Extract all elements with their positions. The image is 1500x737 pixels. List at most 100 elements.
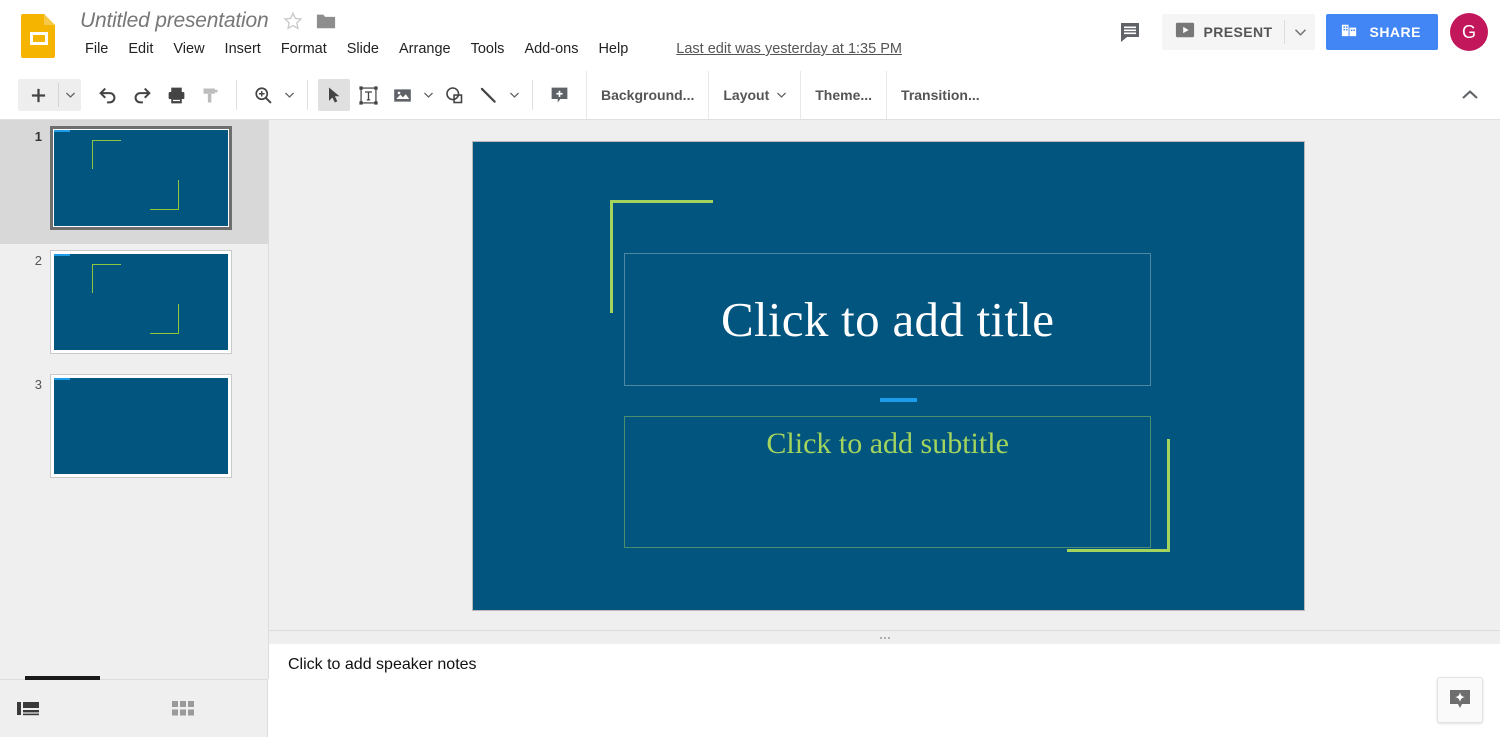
toolbar: Background... Layout Theme... Transition… <box>0 71 1500 120</box>
undo-icon <box>97 84 119 106</box>
plus-icon <box>30 87 47 104</box>
cursor-arrow-icon <box>324 85 344 105</box>
speaker-notes-placeholder: Click to add speaker notes <box>288 656 477 674</box>
slide-thumbnail-3[interactable]: 3 <box>0 368 268 492</box>
toolbar-separator <box>307 80 308 110</box>
title-divider <box>54 254 70 256</box>
menu-view[interactable]: View <box>163 38 214 60</box>
corner-accent-bottom-right <box>150 180 179 210</box>
slide-thumbnail-1[interactable]: 1 <box>0 120 268 244</box>
slide-thumbnail-2[interactable]: 2 <box>0 244 268 368</box>
shape-button[interactable] <box>438 79 470 111</box>
shape-icon <box>444 85 465 106</box>
present-dropdown-button[interactable] <box>1285 14 1315 50</box>
thumb-box <box>50 250 232 354</box>
menu-slide[interactable]: Slide <box>337 38 389 60</box>
corner-accent-top-left <box>92 264 121 294</box>
thumb-slide-content <box>54 378 228 474</box>
grid-view-icon <box>172 700 194 718</box>
avatar-initial: G <box>1462 22 1476 43</box>
zoom-in-icon <box>253 85 274 106</box>
print-icon <box>166 85 187 106</box>
resize-grip-icon <box>880 637 890 639</box>
thumb-slide-content <box>54 254 228 350</box>
subtitle-placeholder-text: Click to add subtitle <box>766 429 1008 459</box>
paint-format-icon <box>200 85 221 106</box>
current-slide[interactable]: Click to add title Click to add subtitle <box>472 141 1305 611</box>
text-box-button[interactable] <box>352 79 384 111</box>
explore-button[interactable] <box>1437 677 1483 723</box>
line-button[interactable] <box>472 79 504 111</box>
redo-icon <box>131 84 153 106</box>
filmstrip-scrollbar[interactable] <box>25 676 100 680</box>
chevron-down-icon <box>777 92 786 98</box>
app-header: Untitled presentation File Edit View Ins… <box>0 0 1500 71</box>
header-actions: PRESENT <box>1108 10 1488 54</box>
notes-resize-handle[interactable] <box>269 630 1500 645</box>
present-label: PRESENT <box>1204 24 1273 40</box>
google-slides-app: Untitled presentation File Edit View Ins… <box>0 0 1500 737</box>
new-slide-dropdown[interactable] <box>59 79 81 111</box>
line-dropdown[interactable] <box>505 79 523 111</box>
thumb-box <box>50 374 232 478</box>
title-divider <box>54 130 70 132</box>
speaker-notes-pane[interactable]: Click to add speaker notes <box>269 644 1500 737</box>
image-dropdown[interactable] <box>419 79 437 111</box>
subtitle-placeholder[interactable]: Click to add subtitle <box>624 416 1151 548</box>
zoom-button[interactable] <box>247 79 279 111</box>
star-icon[interactable] <box>282 10 304 32</box>
toolbar-separator <box>532 80 533 110</box>
menu-addons[interactable]: Add-ons <box>514 38 588 60</box>
folder-icon[interactable] <box>315 11 337 31</box>
layout-button[interactable]: Layout <box>708 71 800 119</box>
menu-help[interactable]: Help <box>588 38 638 60</box>
menu-arrange[interactable]: Arrange <box>389 38 461 60</box>
menu-insert[interactable]: Insert <box>215 38 271 60</box>
filmstrip-view-icon <box>16 700 40 718</box>
present-group: PRESENT <box>1162 14 1316 50</box>
thumb-slide-content <box>54 130 228 226</box>
redo-button[interactable] <box>126 79 158 111</box>
menu-format[interactable]: Format <box>271 38 337 60</box>
grid-view-button[interactable] <box>155 700 211 718</box>
slide-filmstrip[interactable]: 1 2 <box>0 120 269 679</box>
title-placeholder-text: Click to add title <box>721 295 1054 344</box>
thumb-box <box>50 126 232 230</box>
filmstrip-view-button[interactable] <box>0 700 56 718</box>
last-edit-status[interactable]: Last edit was yesterday at 1:35 PM <box>676 41 902 57</box>
chevron-up-icon <box>1462 90 1478 100</box>
print-button[interactable] <box>160 79 192 111</box>
chevron-down-icon <box>510 92 519 98</box>
transition-button[interactable]: Transition... <box>886 71 994 119</box>
thumb-frame <box>50 368 232 478</box>
comment-icon[interactable] <box>1108 10 1152 54</box>
corner-accent-bottom-right <box>150 304 179 334</box>
slide-canvas-area: Click to add title Click to add subtitle <box>269 120 1500 630</box>
menu-tools[interactable]: Tools <box>461 38 515 60</box>
avatar[interactable]: G <box>1450 13 1488 51</box>
paint-format-button[interactable] <box>194 79 226 111</box>
background-button[interactable]: Background... <box>586 71 708 119</box>
theme-button[interactable]: Theme... <box>800 71 886 119</box>
thumb-frame <box>50 120 232 230</box>
zoom-dropdown[interactable] <box>280 79 298 111</box>
menu-edit[interactable]: Edit <box>118 38 163 60</box>
present-button[interactable]: PRESENT <box>1162 14 1285 50</box>
insert-image-button[interactable] <box>386 79 418 111</box>
line-icon <box>478 85 499 106</box>
play-icon <box>1175 20 1195 45</box>
undo-button[interactable] <box>92 79 124 111</box>
share-button[interactable]: SHARE <box>1326 14 1438 50</box>
menu-file[interactable]: File <box>80 38 118 60</box>
slide-surface[interactable]: Click to add title Click to add subtitle <box>473 142 1304 610</box>
new-slide-button[interactable] <box>18 79 58 111</box>
text-box-icon <box>358 85 379 106</box>
select-tool-button[interactable] <box>318 79 350 111</box>
title-placeholder[interactable]: Click to add title <box>624 253 1151 385</box>
collapse-toolbar-button[interactable] <box>1452 77 1488 113</box>
slide-number: 2 <box>0 244 50 268</box>
add-comment-button[interactable] <box>543 79 575 111</box>
chevron-down-icon <box>285 92 294 98</box>
thumb-frame <box>50 244 232 354</box>
page-title[interactable]: Untitled presentation <box>80 9 268 33</box>
